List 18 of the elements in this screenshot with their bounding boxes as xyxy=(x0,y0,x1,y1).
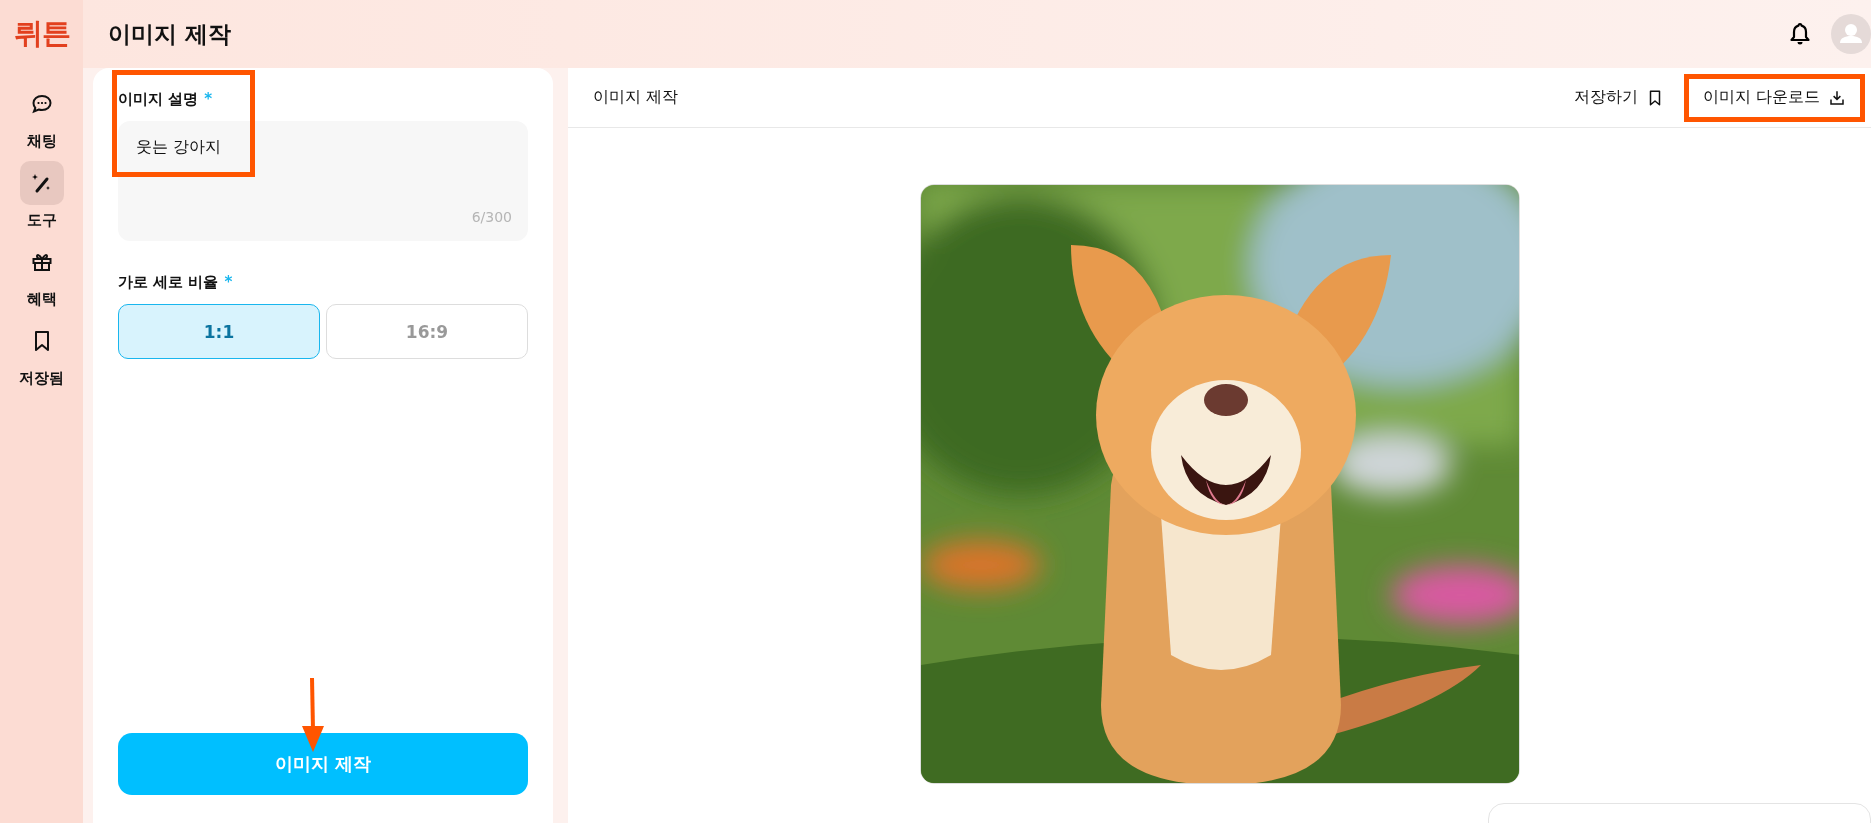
save-button[interactable]: 저장하기 xyxy=(1559,73,1678,122)
description-field[interactable]: 웃는 강아지 6/300 xyxy=(118,121,528,241)
ratio-option[interactable]: 1:1 xyxy=(118,304,320,359)
field-label: 가로 세로 비율 xyxy=(118,273,219,292)
nav-item[interactable]: 혜택 xyxy=(19,240,64,309)
download-button[interactable]: 이미지 다운로드 xyxy=(1683,73,1865,122)
required-mark: * xyxy=(224,273,233,292)
download-icon xyxy=(1828,88,1846,107)
page-title: 이미지 제작 xyxy=(108,19,232,49)
nav-item[interactable]: 저장됨 xyxy=(19,319,64,388)
character-count: 6/300 xyxy=(471,209,512,225)
description-text: 웃는 강아지 xyxy=(136,137,222,158)
nav-item[interactable]: 채팅 xyxy=(19,82,64,151)
required-mark: * xyxy=(204,90,213,109)
bell-icon[interactable] xyxy=(1789,22,1811,46)
logo: 뤼튼 xyxy=(13,15,70,52)
field-label: 이미지 설명 xyxy=(118,90,199,109)
panel-title: 이미지 제작 xyxy=(593,87,680,108)
